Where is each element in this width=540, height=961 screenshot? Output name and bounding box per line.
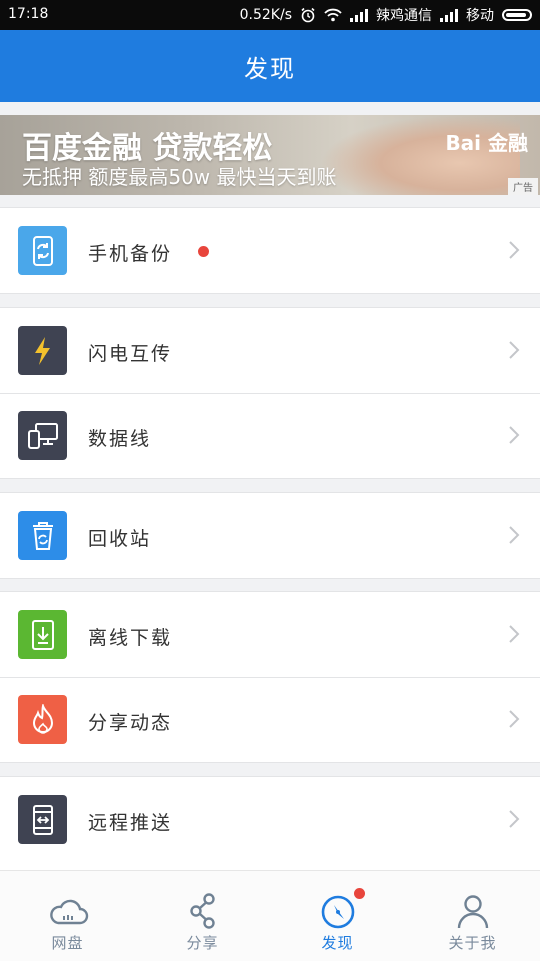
page-title: 发现 (244, 54, 296, 83)
status-bar: 17:18 0.52K/s 辣鸡通信 移动 (0, 0, 540, 30)
list-item-data-cable[interactable]: 数据线 (0, 393, 540, 478)
chevron-right-icon (509, 810, 520, 828)
signal-icon-2 (440, 8, 458, 22)
list-item-label: 离线下载 (88, 627, 173, 649)
group-download-share: 离线下载 分享动态 (0, 591, 540, 763)
list-item-label: 数据线 (88, 428, 152, 450)
alarm-icon (301, 7, 315, 23)
carrier-name-2: 移动 (466, 8, 494, 24)
list-item-label: 远程推送 (88, 812, 173, 834)
list-item-label: 分享动态 (88, 712, 173, 734)
battery-icon (502, 9, 532, 21)
recycle-bin-icon (18, 511, 67, 560)
tab-label: 发现 (321, 934, 354, 952)
tab-about-me[interactable]: 关于我 (405, 871, 540, 961)
flame-icon (18, 695, 67, 744)
remote-push-icon (18, 795, 67, 844)
tab-label: 关于我 (448, 934, 497, 952)
list-item-flash-transfer[interactable]: 闪电互传 (0, 308, 540, 393)
group-transfer: 闪电互传 数据线 (0, 307, 540, 479)
tab-cloud-drive[interactable]: 网盘 (0, 871, 135, 961)
chevron-right-icon (509, 526, 520, 544)
chevron-right-icon (509, 625, 520, 643)
person-icon (457, 895, 488, 929)
page-title-bar: 发现 (0, 30, 540, 102)
banner-logo: Bai 金融 (445, 131, 528, 155)
chevron-right-icon (509, 241, 520, 259)
list-item-recycle-bin[interactable]: 回收站 (0, 493, 540, 578)
banner-subline: 无抵押 额度最高50w 最快当天到账 (22, 165, 337, 189)
list-item-label: 回收站 (88, 528, 152, 550)
compass-icon (321, 895, 354, 929)
list-item-offline-download[interactable]: 离线下载 (0, 592, 540, 677)
ad-banner[interactable]: 百度金融 贷款轻松 无抵押 额度最高50w 最快当天到账 Bai 金融 广告 (0, 115, 540, 195)
ad-tag: 广告 (508, 178, 538, 195)
download-icon (18, 610, 67, 659)
bottom-nav: 网盘 分享 发现 关于我 (0, 870, 540, 961)
wifi-icon (324, 8, 342, 22)
signal-icon (350, 8, 368, 22)
tab-share[interactable]: 分享 (135, 871, 270, 961)
network-speed: 0.52K/s (239, 7, 292, 23)
tab-label: 分享 (186, 934, 219, 952)
lightning-icon (18, 326, 67, 375)
status-right: 0.52K/s 辣鸡通信 移动 (240, 5, 532, 25)
tab-label: 网盘 (51, 934, 84, 952)
discover-badge-dot (354, 888, 365, 899)
list-item-label: 闪电互传 (88, 343, 173, 365)
share-icon (189, 893, 215, 929)
chevron-right-icon (509, 341, 520, 359)
phone-sync-icon (18, 226, 67, 275)
list-item-remote-push[interactable]: 远程推送 (0, 777, 540, 862)
group-recycle: 回收站 (0, 492, 540, 579)
list-item-share-feed[interactable]: 分享动态 (0, 677, 540, 762)
chevron-right-icon (509, 426, 520, 444)
chevron-right-icon (509, 710, 520, 728)
list-item-label: 手机备份 (88, 243, 173, 265)
status-time: 17:18 (8, 6, 49, 22)
tab-discover[interactable]: 发现 (270, 871, 405, 961)
cloud-icon (49, 899, 88, 925)
devices-icon (18, 411, 67, 460)
carrier-name-1: 辣鸡通信 (376, 8, 432, 24)
group-backup: 手机备份 (0, 207, 540, 294)
list-item-phone-backup[interactable]: 手机备份 (0, 208, 540, 293)
new-badge-dot (198, 246, 209, 257)
